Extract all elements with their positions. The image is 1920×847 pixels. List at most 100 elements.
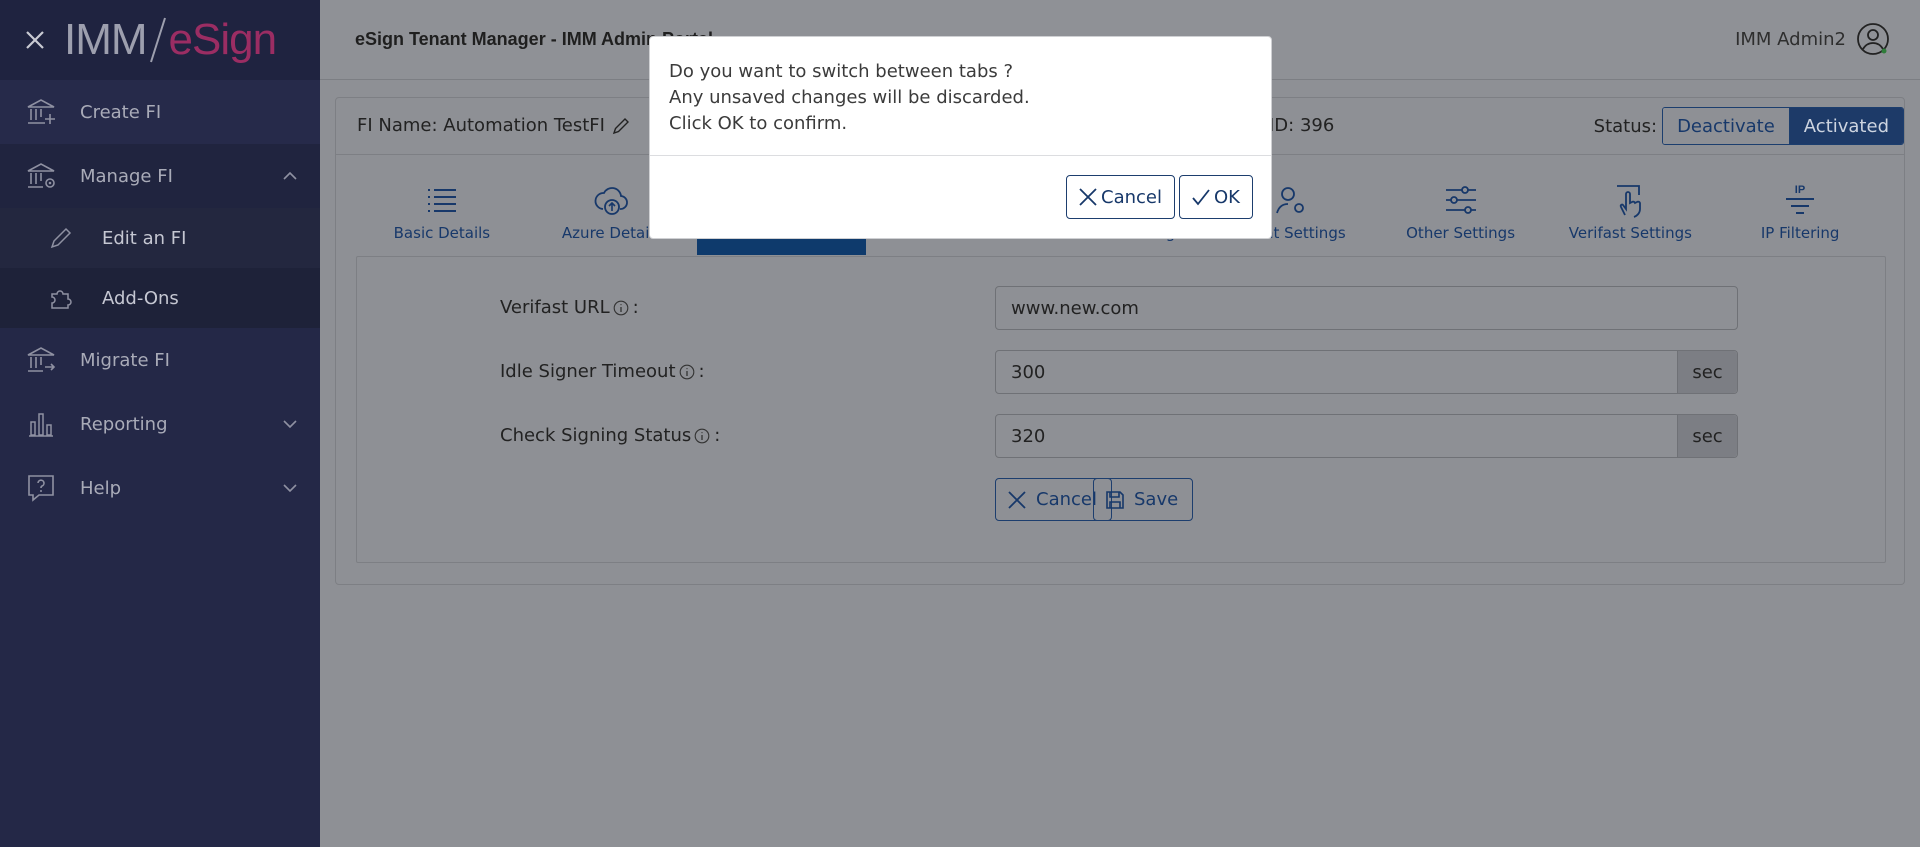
cloud-upload-icon	[592, 182, 632, 218]
sidebar-item-label: Migrate FI	[80, 349, 170, 371]
sidebar-item-label: Create FI	[80, 101, 162, 123]
status-button-group: Deactivate Activated	[1662, 107, 1904, 145]
sidebar-item-label: Add-Ons	[102, 287, 179, 309]
label-colon: :	[632, 297, 639, 318]
tab-ip-filtering[interactable]: IP IP Filtering	[1715, 173, 1885, 255]
info-icon[interactable]	[679, 364, 695, 380]
status-label: Status:	[1593, 115, 1658, 137]
edit-name-icon[interactable]	[611, 116, 631, 136]
tab-label: Verifast Settings	[1568, 224, 1692, 242]
brand-logo-esign: eSign	[168, 15, 278, 64]
confirm-dialog: Do you want to switch between tabs ? Any…	[649, 36, 1272, 239]
sidebar-item-reporting[interactable]: Reporting	[0, 392, 320, 456]
user-name: IMM Admin2	[1735, 28, 1846, 50]
verifast-url-input[interactable]: www.new.com	[995, 286, 1738, 330]
form-actions: Cancel Save	[357, 478, 1885, 522]
check-status-label: Check Signing Status :	[500, 425, 720, 446]
idle-timeout-label: Idle Signer Timeout :	[500, 361, 705, 382]
save-icon	[1106, 490, 1124, 509]
sidebar-item-label: Manage FI	[80, 165, 173, 187]
sidebar-item-add-ons[interactable]: Add-Ons	[0, 268, 320, 328]
fi-name-label: FI Name: Automation TestFI	[357, 115, 605, 136]
chevron-down-icon	[283, 420, 297, 429]
user-settings-icon	[1271, 182, 1311, 218]
bank-add-icon	[24, 95, 58, 129]
tab-label: Basic Details	[393, 224, 491, 242]
verifast-url-row: Verifast URL : www.new.com	[357, 286, 1885, 330]
sidebar-item-create-fi[interactable]: Create FI	[0, 80, 320, 144]
pencil-icon	[46, 223, 76, 253]
close-icon[interactable]	[22, 27, 48, 53]
info-icon[interactable]	[613, 300, 629, 316]
close-icon	[1008, 490, 1026, 509]
verifast-url-label: Verifast URL :	[500, 297, 639, 318]
sidebar: IMM eSign Create FI Manage FI Edit an FI…	[0, 0, 320, 847]
unit-addon: sec	[1677, 351, 1737, 393]
tab-other-settings[interactable]: Other Settings	[1376, 173, 1546, 255]
filter-icon: IP	[1780, 182, 1820, 218]
brand-logo: IMM eSign	[64, 15, 278, 65]
sidebar-item-label: Edit an FI	[102, 227, 187, 249]
dialog-line: Do you want to switch between tabs ?	[669, 61, 1014, 82]
sidebar-item-manage-fi[interactable]: Manage FI	[0, 144, 320, 208]
check-icon	[1192, 189, 1210, 206]
brand-logo-imm: IMM	[64, 15, 148, 64]
dialog-message: Do you want to switch between tabs ? Any…	[650, 37, 1271, 156]
input-value: 300	[1011, 361, 1046, 383]
sidebar-item-label: Reporting	[80, 413, 168, 435]
button-label: Cancel	[1101, 186, 1162, 208]
field-label: Verifast URL	[500, 297, 610, 318]
tab-verifast-settings[interactable]: Verifast Settings	[1545, 173, 1715, 255]
fi-name: FI Name: Automation TestFI	[357, 115, 631, 136]
field-label: Idle Signer Timeout	[500, 361, 676, 382]
bank-migrate-icon	[24, 343, 58, 377]
info-icon[interactable]	[694, 428, 710, 444]
input-value: 320	[1011, 425, 1046, 447]
user-menu[interactable]: IMM Admin2	[1735, 22, 1890, 56]
sidebar-item-edit-fi[interactable]: Edit an FI	[0, 208, 320, 268]
status-toggle: Status: Deactivate Activated	[1594, 107, 1904, 145]
bar-chart-icon	[24, 407, 58, 441]
sidebar-item-help[interactable]: Help	[0, 456, 320, 520]
logo-bar: IMM eSign	[0, 0, 320, 80]
unit-addon: sec	[1677, 415, 1737, 457]
deactivate-button[interactable]: Deactivate	[1663, 108, 1789, 144]
check-status-input[interactable]: 320 sec	[995, 414, 1738, 458]
button-label: Cancel	[1036, 489, 1097, 510]
sidebar-item-migrate-fi[interactable]: Migrate FI	[0, 328, 320, 392]
list-icon	[422, 182, 462, 218]
verifast-settings-panel: Verifast URL : www.new.com Idle Signer T…	[356, 256, 1886, 563]
chevron-up-icon	[283, 171, 297, 180]
idle-timeout-row: Idle Signer Timeout : 300 sec	[357, 350, 1885, 394]
button-label: Save	[1134, 489, 1179, 510]
close-icon	[1079, 188, 1097, 206]
chevron-down-icon	[283, 484, 297, 493]
check-status-row: Check Signing Status : 320 sec	[357, 414, 1885, 458]
tab-basic-details[interactable]: Basic Details	[357, 173, 527, 255]
sidebar-item-label: Help	[80, 477, 122, 499]
input-value: www.new.com	[1011, 297, 1139, 319]
sliders-icon	[1441, 182, 1481, 218]
dialog-ok-button[interactable]: OK	[1179, 175, 1253, 219]
tab-label: Azure Details	[561, 224, 662, 242]
dialog-line: Any unsaved changes will be discarded.	[669, 87, 1030, 108]
label-colon: :	[698, 361, 705, 382]
bank-settings-icon	[24, 159, 58, 193]
label-colon: :	[714, 425, 721, 446]
hand-tap-icon	[1610, 182, 1650, 218]
button-label: OK	[1214, 186, 1240, 208]
help-icon	[24, 471, 58, 505]
fi-id: ID: 396	[1269, 115, 1335, 136]
save-button[interactable]: Save	[1093, 478, 1194, 521]
tab-label: IP Filtering	[1760, 224, 1840, 242]
dialog-cancel-button[interactable]: Cancel	[1066, 175, 1175, 219]
puzzle-icon	[46, 283, 76, 313]
dialog-line: Click OK to confirm.	[669, 113, 848, 134]
dialog-footer: Cancel OK	[650, 156, 1271, 239]
logo-slash-icon	[149, 17, 166, 63]
avatar-icon	[1857, 23, 1889, 55]
activated-button[interactable]: Activated	[1788, 108, 1903, 144]
ip-icon-text: IP	[1795, 184, 1805, 196]
idle-timeout-input[interactable]: 300 sec	[995, 350, 1738, 394]
field-label: Check Signing Status	[500, 425, 692, 446]
